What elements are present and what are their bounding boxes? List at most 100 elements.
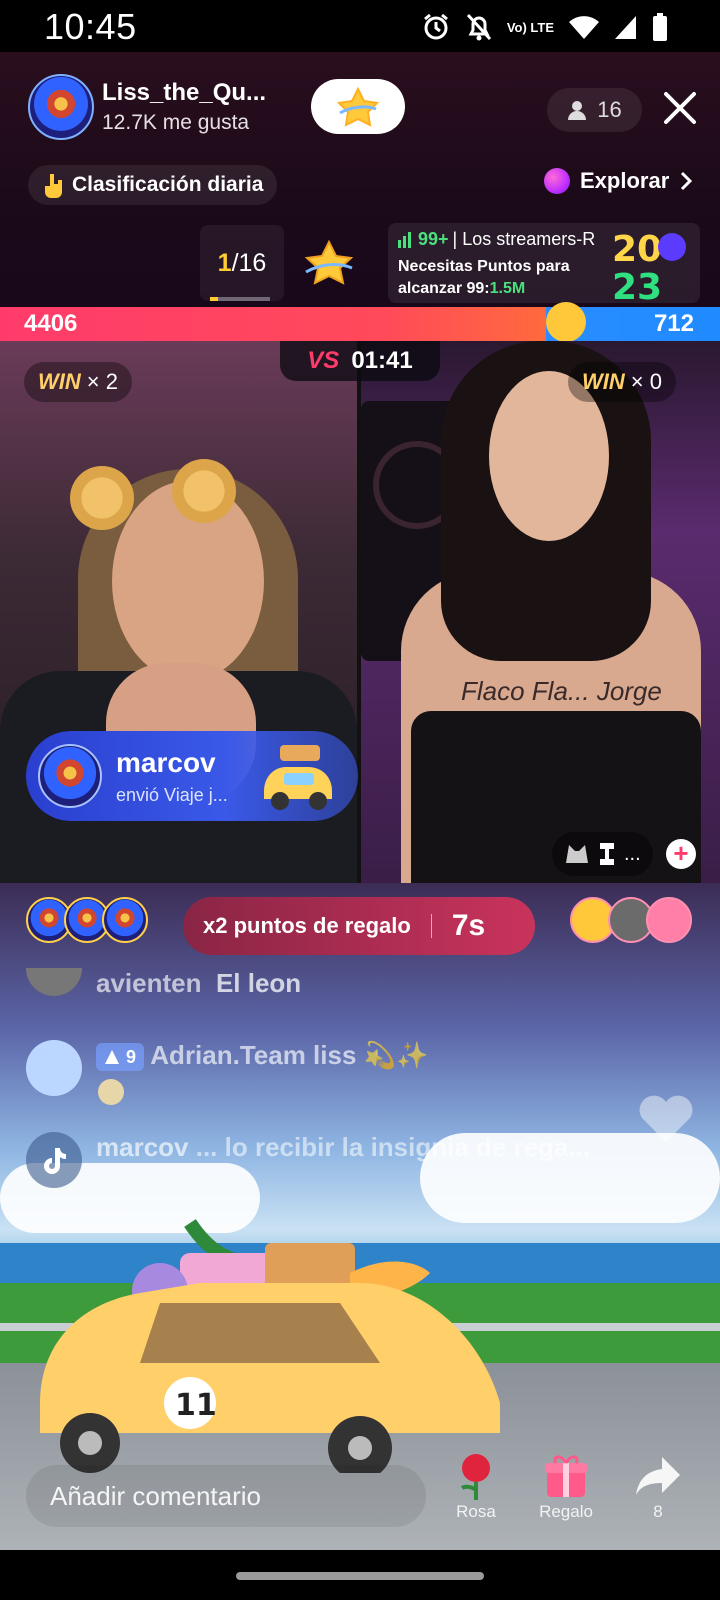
explore-orb-icon [544, 168, 570, 194]
star-icon [336, 86, 380, 127]
daily-ranking-button[interactable]: Clasificación diaria [28, 165, 278, 205]
double-points-seconds: 7s [451, 909, 486, 942]
signal-bars-icon [398, 231, 411, 248]
star-icon[interactable] [304, 240, 354, 286]
chat-avatar[interactable] [26, 968, 82, 996]
share-icon [636, 1457, 680, 1495]
bear-ear-left [70, 466, 134, 530]
daily-ranking-label: Clasificación diaria [72, 173, 264, 196]
round-total: /16 [231, 248, 267, 277]
tiktok-avatar [26, 1132, 82, 1188]
score-left: 4406 [24, 310, 78, 337]
battle-round-indicator[interactable]: 1/16 [200, 225, 284, 301]
gift-action: envió Viaje j... [116, 784, 228, 805]
round-progress [210, 297, 270, 301]
more-label: ... [624, 842, 641, 865]
add-button[interactable]: + [666, 839, 696, 869]
person-icon [568, 101, 587, 120]
score-right: 712 [653, 310, 694, 337]
thinking-face-icon [546, 302, 586, 342]
right-supporters[interactable] [570, 897, 692, 943]
tiktok-icon [44, 1148, 66, 1174]
viewer-count[interactable]: 16 [547, 88, 642, 132]
close-icon[interactable] [660, 88, 700, 128]
triangle-icon [105, 1050, 119, 1065]
volte-icon: Vo) LTE [506, 19, 554, 35]
chat-avatar[interactable] [26, 1040, 82, 1096]
rose-icon [460, 1454, 490, 1500]
status-bar: 10:45 Vo) LTE [0, 0, 720, 52]
win-label: WIN [38, 369, 81, 394]
double-points-label: x2 puntos de regalo [203, 913, 411, 938]
chevron-right-icon [681, 171, 693, 191]
chat-user[interactable]: avienten [96, 968, 202, 998]
svg-text:11: 11 [175, 1388, 217, 1423]
win-count: × 2 [86, 369, 118, 394]
gift-icon [545, 1455, 587, 1497]
chat-user[interactable]: Adrian.Team liss 💫✨ [150, 1040, 428, 1070]
badge-2023-icon: 20 23 [612, 229, 686, 303]
win-count-left: WIN × 2 [24, 362, 132, 402]
score-bar-left [0, 307, 546, 341]
gift-sender: marcov [116, 746, 216, 778]
badge-2023-bottom: 23 [612, 267, 662, 303]
chat-message[interactable]: marcov ... lo recibir la insignia de reg… [26, 1132, 656, 1188]
car-gift-icon [264, 745, 332, 810]
win-label: WIN [582, 369, 625, 394]
rose-button[interactable]: Rosa [436, 1450, 516, 1522]
event-points: 1.5M [489, 280, 526, 297]
left-supporters[interactable] [26, 897, 148, 943]
supporter-avatar[interactable] [102, 897, 148, 943]
host-avatar[interactable] [28, 74, 94, 140]
host-profile[interactable]: Liss_the_Qu... 12.7K me gusta [28, 74, 266, 140]
home-handle[interactable] [236, 1572, 484, 1580]
gift-button[interactable]: Regalo [526, 1450, 606, 1522]
chat-message[interactable]: 9 Adrian.Team liss 💫✨ [26, 1040, 428, 1114]
system-nav-bar [0, 1550, 720, 1600]
event-text: Necesitas Puntos para alcanzar 99: [398, 258, 570, 297]
vs-icon: VS [307, 347, 340, 374]
round-current: 1 [217, 248, 232, 277]
chat-message[interactable]: avienten El leon [26, 968, 301, 999]
gift-notification[interactable]: marcov envió Viaje j... [26, 731, 358, 821]
body-writing: Flaco Fla... Jorge [461, 676, 662, 706]
clock: 10:45 [44, 6, 137, 47]
battle-timer: VS 01:41 [280, 341, 440, 381]
comment-input[interactable]: Añadir comentario [26, 1465, 426, 1527]
viewer-count-value: 16 [597, 97, 622, 122]
wolf-icon [566, 845, 588, 863]
chat-text: El leon [215, 968, 302, 998]
battle-score-bar [0, 307, 720, 341]
battle-pane-right[interactable]: Flaco Fla... Jorge [361, 341, 720, 883]
chat-user[interactable]: marcov [96, 1132, 189, 1162]
status-icons: Vo) LTE [421, 12, 668, 42]
heart-icon [639, 1095, 693, 1142]
lion-badge-icon [98, 1079, 124, 1106]
rose-label: Rosa [456, 1502, 496, 1521]
trophy-icon [600, 843, 614, 865]
pane-tools[interactable]: ... [552, 832, 653, 876]
host-name[interactable]: Liss_the_Qu... [102, 79, 266, 107]
explore-label: Explorar [580, 168, 670, 193]
streamer-event-card[interactable]: 99+ | Los streamers-R Necesitas Puntos p… [388, 223, 700, 303]
supporter-avatar[interactable] [646, 897, 692, 943]
win-count: × 0 [630, 369, 662, 394]
chat-text: ... lo recibir la insignia de rega... [195, 1132, 591, 1162]
timer-value: 01:41 [351, 347, 413, 374]
alarm-icon [423, 13, 448, 40]
share-button[interactable]: 8 [618, 1450, 698, 1522]
hand-icon [45, 174, 62, 198]
follow-button[interactable] [311, 79, 405, 134]
signal-icon [615, 16, 636, 39]
host-likes: 12.7K me gusta [102, 111, 250, 134]
bear-ear-right [172, 459, 236, 523]
badge-2023-top: 20 [612, 229, 662, 270]
sender-avatar[interactable] [38, 744, 102, 808]
event-count: 99+ [418, 229, 449, 249]
car-animation-icon: 11 [40, 1219, 500, 1473]
win-count-right: WIN × 0 [568, 362, 676, 402]
gift-label: Regalo [539, 1502, 593, 1521]
wifi-icon [569, 16, 599, 39]
explore-button[interactable]: Explorar [544, 168, 693, 194]
share-count: 8 [653, 1502, 663, 1521]
